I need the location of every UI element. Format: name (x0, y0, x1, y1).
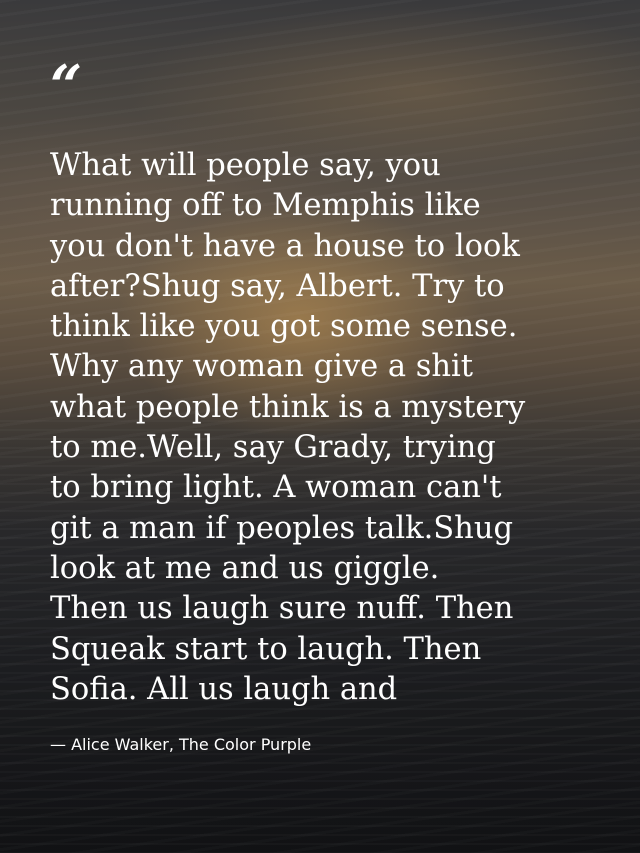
quote-text: What will people say, you running off to… (50, 148, 526, 707)
quote-mark-icon: “ (50, 53, 82, 119)
quote-attribution: — Alice Walker, The Color Purple (50, 735, 312, 754)
